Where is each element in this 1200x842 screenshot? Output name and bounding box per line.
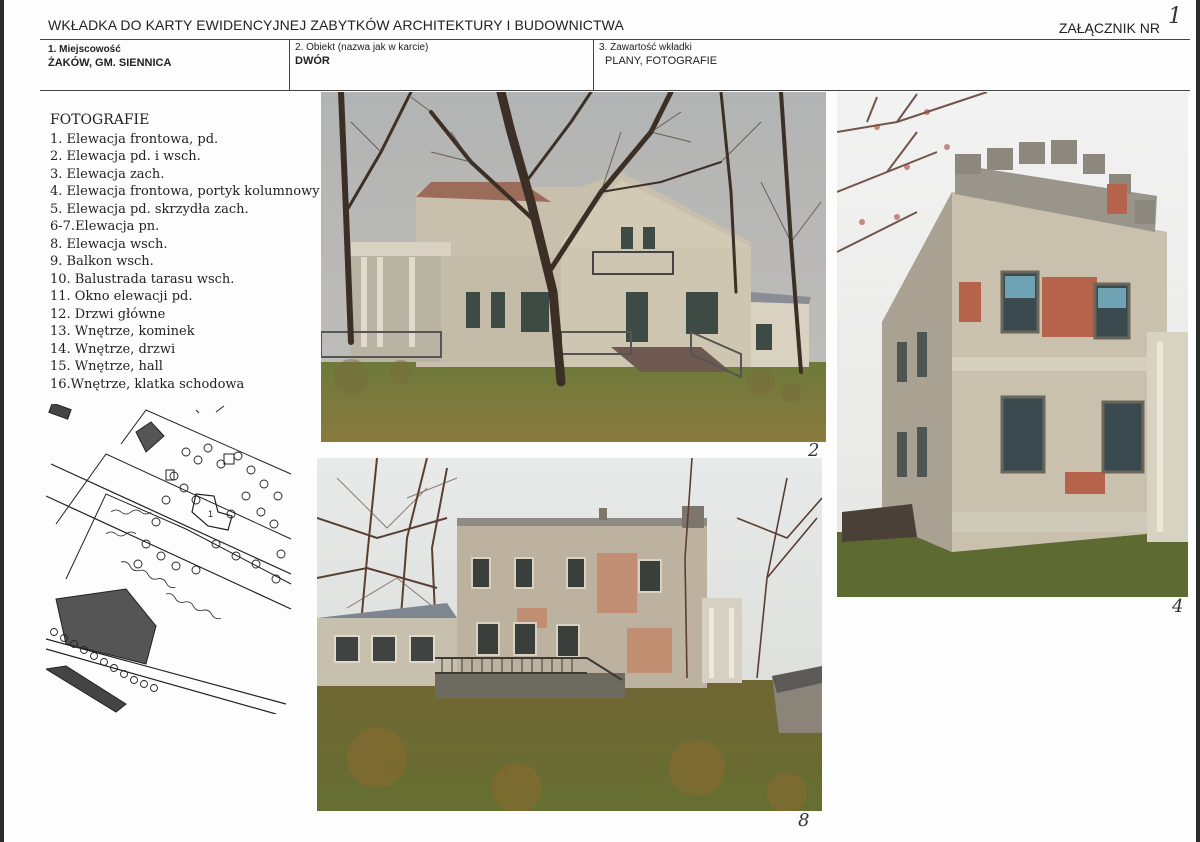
photo-list-item: 5. Elewacja pd. skrzydła zach. (50, 201, 249, 217)
scan-edge-left (0, 0, 4, 842)
locality-label: 1. Miejscowość (48, 44, 121, 55)
annex-number: 1 (1168, 4, 1182, 29)
photo-list-item: 4. Elewacja frontowa, portyk kolumnowy (50, 184, 320, 199)
field-divider (593, 40, 594, 90)
document-sheet: WKŁADKA DO KARTY EWIDENCYJNEJ ZABYTKÓW A… (0, 0, 1200, 842)
scan-edge-right (1196, 0, 1200, 842)
object-value: DWÓR (295, 55, 330, 67)
photo-list-item: 13. Wnętrze, kominek (50, 324, 195, 339)
photo-list-item: 8. Elewacja wsch. (50, 236, 168, 252)
photo-list-item: 2. Elewacja pd. i wsch. (50, 149, 201, 164)
photo-list-item: 12. Drzwi główne (50, 306, 166, 322)
object-label: 2. Obiekt (nazwa jak w karcie) (295, 42, 429, 53)
site-plan-marker: 1 (208, 509, 213, 519)
contents-value: PLANY, FOTOGRAFIE (605, 55, 718, 67)
photo-list-item: 10. Balustrada tarasu wsch. (50, 271, 235, 287)
annex-label: ZAŁĄCZNIK NR (1058, 20, 1160, 36)
header-rule-bottom (40, 90, 1190, 91)
document-title: WKŁADKA DO KARTY EWIDENCYJNEJ ZABYTKÓW A… (48, 17, 624, 33)
site-plan-drawing: 1 (46, 404, 292, 714)
header-rule-top (40, 39, 1190, 40)
photo-east-elevation (317, 458, 822, 811)
photo-list-item: 14. Wnętrze, drzwi (50, 341, 176, 357)
photo-side-elevation (837, 92, 1188, 597)
photo-list-item: 6-7.Elewacja pn. (50, 219, 160, 234)
photo-number-8: 8 (798, 810, 810, 831)
photo-number-4: 4 (1172, 596, 1184, 617)
photo-front-elevation (321, 92, 826, 442)
photo-list-item: 16.Wnętrze, klatka schodowa (50, 376, 245, 392)
photo-list: FOTOGRAFIE 1. Elewacja frontowa, pd. 2. … (50, 112, 320, 393)
locality-value: ŻAKÓW, GM. SIENNICA (48, 57, 172, 69)
photo-list-item: 1. Elewacja frontowa, pd. (50, 131, 219, 147)
photo-list-item: 15. Wnętrze, hall (50, 359, 163, 374)
photo-list-heading: FOTOGRAFIE (50, 112, 150, 128)
contents-label: 3. Zawartość wkładki (599, 42, 692, 53)
photo-list-item: 3. Elewacja zach. (50, 166, 165, 182)
photo-list-item: 11. Okno elewacji pd. (50, 289, 193, 304)
photo-list-item: 9. Balkon wsch. (50, 254, 154, 269)
field-divider (289, 40, 290, 90)
